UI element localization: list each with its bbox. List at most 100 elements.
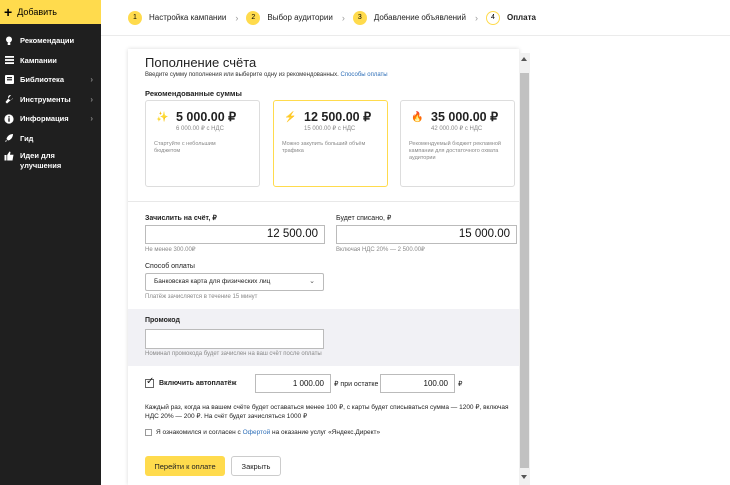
amount-card-35000[interactable]: 🔥 35 000.00 ₽ 42 000.00 ₽ с НДС Рекоменд…: [400, 100, 515, 187]
credit-amount-input[interactable]: 12 500.00: [145, 225, 325, 244]
library-icon: [4, 75, 14, 85]
recommended-title: Рекомендованные суммы: [145, 89, 242, 98]
card-amount: 35 000.00 ₽: [431, 110, 499, 124]
panel-scrollbar[interactable]: [519, 53, 530, 485]
lightning-icon: ⚡: [284, 112, 297, 123]
offer-link[interactable]: Офертой: [243, 429, 271, 436]
promo-hint: Номинал промокода будет зачислен на ваш …: [145, 351, 322, 357]
payment-method-select[interactable]: Банковская карта для физических лиц ⌄: [145, 273, 324, 291]
offer-prefix: Я ознакомился и согласен с: [156, 429, 241, 436]
chevron-right-icon: ›: [475, 12, 478, 23]
amount-card-5000[interactable]: ✨ 5 000.00 ₽ 6 000.00 ₽ с НДС Стартуйте …: [145, 100, 260, 187]
step-audience[interactable]: 2 Выбор аудитории ›: [246, 10, 352, 25]
chevron-right-icon: ›: [90, 94, 93, 104]
sidebar-item-campaigns[interactable]: Кампании: [0, 51, 101, 71]
autopay-description: Каждый раз, когда на вашем счёте будет о…: [145, 404, 509, 420]
promo-label: Промокод: [145, 317, 180, 324]
autopay-amount-input[interactable]: 1 000.00: [255, 374, 331, 393]
credit-label: Зачислить на счёт, ₽: [145, 215, 217, 222]
offer-suffix: на оказание услуг «Яндекс.Директ»: [272, 429, 381, 436]
promo-code-input[interactable]: [145, 329, 324, 349]
lightbulb-icon: [4, 36, 14, 46]
credit-hint: Не менее 300.00₽: [145, 247, 196, 253]
step-label: Добавление объявлений: [373, 13, 466, 22]
payment-methods-link[interactable]: Способы оплаты: [341, 72, 388, 78]
sidebar-item-label: Гид: [20, 133, 34, 143]
autopay-mid-label: ₽ при остатке: [334, 381, 379, 388]
sidebar-item-library[interactable]: Библиотека ›: [0, 70, 101, 90]
step-number: 4: [486, 10, 500, 25]
offer-checkbox[interactable]: [145, 429, 152, 436]
chevron-right-icon: ›: [90, 75, 93, 84]
card-description: Стартуйте с небольшим бюджетом: [154, 141, 216, 154]
card-amount: 12 500.00 ₽: [304, 110, 372, 124]
step-payment[interactable]: 4 Оплата: [486, 10, 536, 25]
add-label: Добавить: [17, 7, 57, 17]
add-button[interactable]: + Добавить: [0, 0, 101, 24]
sidebar-item-label: Кампании: [20, 55, 57, 65]
sidebar-item-label: Инструменты: [20, 94, 71, 104]
scroll-down-icon[interactable]: [521, 475, 527, 479]
pay-button[interactable]: Перейти к оплате: [145, 456, 225, 476]
payment-hint: Платёж зачисляется в течение 15 минут: [145, 294, 258, 300]
sidebar-item-label: Идеи для улучшения: [20, 151, 62, 170]
charge-hint: Включая НДС 20% — 2 500.00₽: [336, 247, 425, 253]
thumbs-up-icon: [4, 151, 14, 161]
top-up-panel: Пополнение счёта Введите сумму пополнени…: [128, 49, 519, 485]
close-button[interactable]: Закрыть: [231, 456, 281, 476]
charge-label: Будет списано, ₽: [336, 215, 392, 222]
sidebar-nav: Рекомендации Кампании Библиотека › Инстр…: [0, 31, 101, 176]
card-vat: 6 000.00 ₽ с НДС: [176, 126, 224, 132]
chevron-right-icon: ›: [235, 12, 239, 23]
chevron-down-icon: ⌄: [309, 278, 315, 285]
amount-card-12500[interactable]: ⚡ 12 500.00 ₽ 15 000.00 ₽ с НДС Можно за…: [273, 100, 388, 187]
subtitle-text: Введите сумму пополнения или выберите од…: [145, 72, 339, 78]
sidebar-item-label: Библиотека: [20, 75, 64, 85]
step-label: Выбор аудитории: [267, 13, 333, 22]
step-number: 3: [352, 10, 367, 25]
step-ads[interactable]: 3 Добавление объявлений ›: [352, 10, 486, 25]
sidebar-item-information[interactable]: Информация ›: [0, 109, 101, 129]
sidebar-item-guide[interactable]: Гид: [0, 129, 101, 149]
step-campaign-settings[interactable]: 1 Настройка кампании ›: [128, 10, 246, 25]
payment-method-value: Банковская карта для физических лиц: [154, 278, 271, 285]
card-amount: 5 000.00 ₽: [176, 110, 237, 124]
steps-bar: 1 Настройка кампании › 2 Выбор аудитории…: [101, 0, 730, 36]
sidebar: + Добавить Рекомендации Кампании Библиот…: [0, 0, 101, 485]
autopay-unit: ₽: [458, 381, 463, 388]
panel-subtitle: Введите сумму пополнения или выберите од…: [145, 72, 388, 78]
plus-icon: +: [4, 4, 13, 20]
sidebar-item-tools[interactable]: Инструменты ›: [0, 90, 101, 110]
autopay-checkbox[interactable]: [145, 376, 154, 388]
chevron-right-icon: ›: [341, 12, 345, 23]
charge-amount-field[interactable]: 15 000.00: [336, 225, 517, 244]
wrench-icon: [4, 94, 14, 104]
step-label: Настройка кампании: [149, 13, 227, 22]
payment-method-label: Способ оплаты: [145, 263, 195, 270]
sidebar-item-ideas[interactable]: Идеи для улучшения: [0, 148, 101, 176]
autopay-label: Включить автоплатёж: [159, 380, 237, 387]
card-vat: 42 000.00 ₽ с НДС: [431, 126, 483, 132]
chevron-right-icon: ›: [90, 114, 93, 123]
sidebar-item-label: Информация: [20, 114, 69, 124]
card-vat: 15 000.00 ₽ с НДС: [304, 126, 356, 132]
section-divider: [128, 201, 519, 202]
autopay-threshold-input[interactable]: 100.00: [380, 374, 455, 393]
sparkle-icon: ✨: [156, 112, 169, 123]
offer-agreement: Я ознакомился и согласен с Офертой на ок…: [156, 429, 380, 436]
sidebar-item-label: Рекомендации: [20, 36, 75, 46]
step-number: 2: [246, 10, 261, 25]
list-icon: [4, 55, 14, 65]
scrollbar-thumb[interactable]: [520, 73, 529, 468]
sidebar-item-recommendations[interactable]: Рекомендации: [0, 31, 101, 51]
rocket-icon: [4, 133, 14, 143]
info-icon: [4, 114, 14, 124]
app-root: + Добавить Рекомендации Кампании Библиот…: [0, 0, 730, 485]
panel-title: Пополнение счёта: [145, 55, 257, 70]
card-description: Рекомендуемый бюджет рекламной кампании …: [409, 141, 501, 161]
step-label: Оплата: [507, 13, 536, 22]
fire-icon: 🔥: [411, 112, 424, 123]
step-number: 1: [128, 10, 142, 25]
scroll-up-icon[interactable]: [521, 57, 527, 61]
card-description: Можно закупить больший объём трафика: [282, 141, 366, 154]
